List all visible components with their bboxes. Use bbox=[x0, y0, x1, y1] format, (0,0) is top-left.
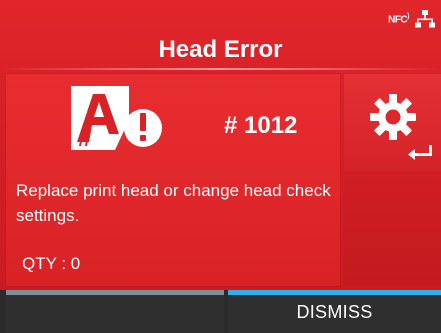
network-icon bbox=[415, 10, 435, 28]
head-check-settings-button[interactable] bbox=[344, 74, 441, 171]
softkey-bar: DISMISS bbox=[0, 290, 441, 333]
left-softkey-indicator bbox=[6, 290, 224, 295]
dismiss-label: DISMISS bbox=[296, 302, 373, 322]
enter-arrow-icon bbox=[408, 145, 432, 160]
page-title: Head Error bbox=[158, 36, 283, 63]
error-code: # 1012 bbox=[224, 112, 298, 139]
status-bar: NFC) bbox=[388, 8, 435, 30]
side-panel-lower bbox=[344, 173, 441, 286]
print-head-warning-icon bbox=[71, 86, 162, 150]
title-divider bbox=[0, 68, 441, 70]
dismiss-button[interactable]: DISMISS bbox=[228, 290, 441, 333]
gear-icon bbox=[370, 94, 416, 140]
quantity-label: QTY : 0 bbox=[22, 254, 81, 273]
left-softkey[interactable] bbox=[6, 290, 224, 333]
dismiss-indicator bbox=[228, 290, 441, 295]
error-panel: # 1012 Replace print head or change head… bbox=[6, 74, 340, 286]
error-message: Replace print head or change head check … bbox=[16, 181, 331, 225]
nfc-icon: NFC) bbox=[388, 12, 409, 26]
error-screen: NFC) Head Error # 1012 Replace print hea… bbox=[0, 0, 441, 333]
